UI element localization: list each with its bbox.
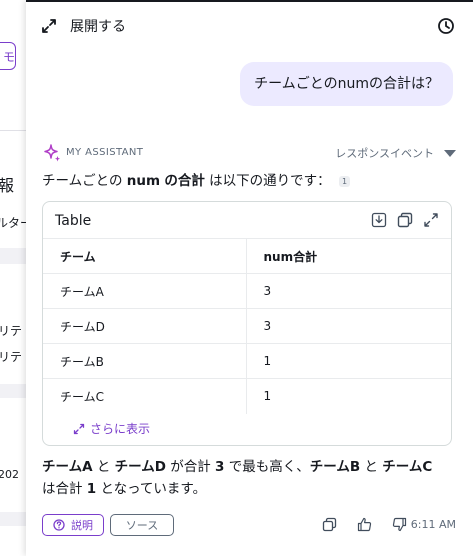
download-icon[interactable] xyxy=(371,212,387,228)
result-table-card: Table チーム num合計 チームA 3 チームD 3 チームB 1 チーム… xyxy=(42,201,452,446)
summary-text: で最も高く、 xyxy=(228,459,310,475)
summary-text: は合計 xyxy=(42,481,83,497)
table-header-row: チーム num合計 xyxy=(43,238,451,274)
intro-bold-num: num xyxy=(126,173,161,189)
source-button[interactable]: ソース xyxy=(110,514,174,536)
summary-number: 1 xyxy=(86,481,97,497)
panel-header: 展開する xyxy=(26,10,473,44)
user-message: チームごとのnumの合計は？ xyxy=(240,62,453,106)
expand-icon xyxy=(73,423,85,434)
question-icon xyxy=(53,519,65,531)
intro-text: チームごとの xyxy=(42,173,123,189)
feedback-actions: 6:11 AM xyxy=(302,517,456,532)
response-event-label: レスポンスイベント xyxy=(335,147,434,160)
assistant-header: MY ASSISTANT レスポンスイベント xyxy=(42,142,456,164)
message-footer: 説明 ソース 6:11 AM xyxy=(42,514,456,538)
result-table: チーム num合計 チームA 3 チームD 3 チームB 1 チームC 1 xyxy=(43,238,451,414)
copy-icon[interactable] xyxy=(397,212,413,228)
table-title: Table xyxy=(55,213,92,229)
expand-icon xyxy=(42,19,56,33)
response-summary: チームA と チームD が合計 3 で最も高く、チームB と チームC は合計 … xyxy=(42,456,456,500)
thumbs-up-icon[interactable] xyxy=(357,517,372,532)
background-text: 報 xyxy=(0,176,15,195)
table-cell: 1 xyxy=(245,343,451,379)
summary-number: 3 xyxy=(215,459,225,475)
intro-text-suffix: は以下の通りです： xyxy=(209,173,331,189)
summary-team: チームD xyxy=(114,459,166,475)
summary-team: チームC xyxy=(382,459,433,475)
show-more-label: さらに表示 xyxy=(90,422,151,436)
expand-button[interactable]: 展開する xyxy=(40,14,126,38)
caret-down-icon xyxy=(444,149,456,157)
table-cell: チームD xyxy=(43,308,246,344)
table-row: チームA 3 xyxy=(43,273,451,309)
table-row: チームC 1 xyxy=(43,378,451,414)
summary-text: となっています。 xyxy=(100,481,207,497)
explain-button[interactable]: 説明 xyxy=(42,514,104,536)
summary-team: チームA xyxy=(42,459,93,475)
fullscreen-icon[interactable] xyxy=(423,212,439,228)
expand-label: 展開する xyxy=(70,19,126,35)
response-event-dropdown[interactable]: レスポンスイベント xyxy=(335,145,456,161)
table-actions xyxy=(371,212,439,228)
show-more-link[interactable]: さらに表示 xyxy=(73,420,150,437)
response-intro: チームごとの num の合計 は以下の通りです： 1 xyxy=(42,169,351,189)
copy-icon[interactable] xyxy=(322,517,337,532)
background-divider xyxy=(0,130,26,131)
citation-badge[interactable]: 1 xyxy=(338,175,351,187)
assistant-panel: 展開する チームごとのnumの合計は？ MY ASSISTANT レスポンスイベ… xyxy=(26,0,473,556)
assistant-name: MY ASSISTANT xyxy=(66,147,144,158)
panel-top-border xyxy=(26,0,473,2)
table-cell: 3 xyxy=(245,308,451,344)
background-text: リテ xyxy=(0,350,23,364)
table-cell: 1 xyxy=(245,378,451,414)
summary-text: と xyxy=(364,459,378,475)
table-row: チームD 3 xyxy=(43,308,451,344)
table-cell: チームC xyxy=(43,378,246,414)
source-label: ソース xyxy=(125,519,159,532)
summary-team: チームB xyxy=(309,459,361,475)
summary-text: が合計 xyxy=(170,459,211,475)
table-row: チームB 1 xyxy=(43,343,451,379)
explain-label: 説明 xyxy=(71,519,93,532)
background-gap xyxy=(0,248,26,264)
sparkle-icon xyxy=(44,144,60,162)
column-header: num合計 xyxy=(245,238,451,274)
intro-bold-sum: 合計 xyxy=(177,173,205,189)
background-button: モ xyxy=(0,42,16,70)
message-timestamp: 6:11 AM xyxy=(410,518,456,531)
column-header: チーム xyxy=(43,238,246,274)
thumbs-down-icon[interactable] xyxy=(392,517,407,532)
background-text: 202 xyxy=(0,468,19,481)
intro-bold-no: の xyxy=(164,173,178,189)
table-cell: チームA xyxy=(43,273,246,309)
summary-text: と xyxy=(96,459,111,475)
background-app: モ 報 ルター リテ リテ 202 xyxy=(0,0,26,556)
background-text: リテ xyxy=(0,324,23,338)
table-cell: 3 xyxy=(245,273,451,309)
background-text: ルター xyxy=(0,216,26,230)
background-gap xyxy=(0,384,26,398)
table-cell: チームB xyxy=(43,343,246,379)
background-gap xyxy=(0,512,26,526)
history-icon[interactable] xyxy=(437,17,455,35)
